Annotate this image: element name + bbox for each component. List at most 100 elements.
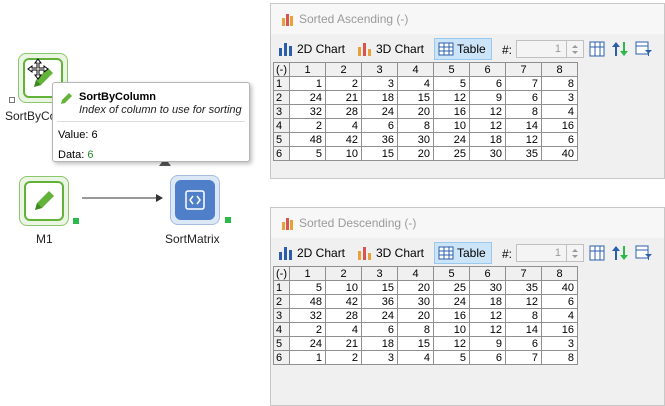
- table-cell[interactable]: 48: [289, 294, 326, 309]
- 3d-chart-button[interactable]: 3D Chart: [354, 242, 428, 264]
- row-header[interactable]: 5: [273, 336, 290, 351]
- table-cell[interactable]: 12: [505, 294, 542, 309]
- 3d-chart-button[interactable]: 3D Chart: [354, 38, 428, 60]
- table-cell[interactable]: 24: [289, 336, 326, 351]
- table-cell[interactable]: 6: [361, 118, 398, 133]
- row-header[interactable]: 3: [273, 104, 290, 119]
- table-cell[interactable]: 35: [505, 280, 542, 295]
- column-header[interactable]: 2: [325, 62, 362, 77]
- table-cell[interactable]: 6: [469, 350, 506, 365]
- table-cell[interactable]: 20: [397, 280, 434, 295]
- column-header[interactable]: 6: [469, 62, 506, 77]
- table-cell[interactable]: 3: [361, 350, 398, 365]
- table-cell[interactable]: 2: [289, 118, 326, 133]
- table-cell[interactable]: 3: [541, 90, 578, 105]
- table-cell[interactable]: 12: [469, 104, 506, 119]
- table-cell[interactable]: 2: [325, 350, 362, 365]
- table-cell[interactable]: 20: [397, 146, 434, 161]
- sortmatrix-node[interactable]: [170, 175, 220, 225]
- table-cell[interactable]: 16: [433, 308, 470, 323]
- table-cell[interactable]: 18: [469, 132, 506, 147]
- column-header[interactable]: 7: [505, 62, 542, 77]
- table-cell[interactable]: 48: [289, 132, 326, 147]
- table-cell[interactable]: 14: [505, 322, 542, 337]
- column-header[interactable]: 3: [361, 62, 398, 77]
- table-cell[interactable]: 12: [469, 322, 506, 337]
- table-cell[interactable]: 8: [505, 308, 542, 323]
- table-cell[interactable]: 4: [325, 118, 362, 133]
- sort-icon[interactable]: [611, 41, 629, 57]
- table-cell[interactable]: 30: [469, 280, 506, 295]
- column-header[interactable]: 3: [361, 266, 398, 281]
- table-cell[interactable]: 36: [361, 294, 398, 309]
- grid-settings-icon[interactable]: [589, 41, 605, 57]
- row-header[interactable]: 4: [273, 322, 290, 337]
- table-cell[interactable]: 21: [325, 336, 362, 351]
- table-cell[interactable]: 20: [397, 308, 434, 323]
- table-cell[interactable]: 4: [397, 350, 434, 365]
- table-cell[interactable]: 2: [325, 76, 362, 91]
- table-cell[interactable]: 15: [361, 146, 398, 161]
- table-cell[interactable]: 1: [289, 76, 326, 91]
- table-cell[interactable]: 30: [397, 132, 434, 147]
- column-header[interactable]: 1: [289, 62, 326, 77]
- table-cell[interactable]: 5: [289, 280, 326, 295]
- column-filter-icon[interactable]: [635, 245, 653, 261]
- table-cell[interactable]: 30: [469, 146, 506, 161]
- table-cell[interactable]: 6: [541, 294, 578, 309]
- table-cell[interactable]: 24: [433, 132, 470, 147]
- table-cell[interactable]: 18: [469, 294, 506, 309]
- table-cell[interactable]: 18: [361, 90, 398, 105]
- table-cell[interactable]: 32: [289, 308, 326, 323]
- table-cell[interactable]: 21: [325, 90, 362, 105]
- column-header[interactable]: 4: [397, 266, 434, 281]
- table-cell[interactable]: 8: [541, 76, 578, 91]
- table-cell[interactable]: 40: [541, 280, 578, 295]
- table-cell[interactable]: 16: [541, 118, 578, 133]
- table-cell[interactable]: 8: [541, 350, 578, 365]
- table-cell[interactable]: 8: [397, 322, 434, 337]
- row-header[interactable]: 1: [273, 280, 290, 295]
- index-spinner[interactable]: 1: [516, 244, 584, 262]
- table-cell[interactable]: 30: [397, 294, 434, 309]
- column-header[interactable]: 6: [469, 266, 506, 281]
- table-cell[interactable]: 2: [289, 322, 326, 337]
- table-cell[interactable]: 24: [361, 104, 398, 119]
- row-header[interactable]: 1: [273, 76, 290, 91]
- table-cell[interactable]: 6: [505, 90, 542, 105]
- table-cell[interactable]: 9: [469, 336, 506, 351]
- table-cell[interactable]: 14: [505, 118, 542, 133]
- table-cell[interactable]: 6: [541, 132, 578, 147]
- table-cell[interactable]: 4: [325, 322, 362, 337]
- sort-icon[interactable]: [611, 245, 629, 261]
- grid-settings-icon[interactable]: [589, 245, 605, 261]
- table-cell[interactable]: 10: [433, 322, 470, 337]
- table-cell[interactable]: 10: [433, 118, 470, 133]
- window-title-bar[interactable]: Sorted Descending (-): [271, 208, 664, 238]
- table-cell[interactable]: 20: [397, 104, 434, 119]
- row-header[interactable]: 6: [273, 146, 290, 161]
- table-button[interactable]: Table: [434, 38, 492, 60]
- table-cell[interactable]: 10: [325, 280, 362, 295]
- table-cell[interactable]: 18: [361, 336, 398, 351]
- table-cell[interactable]: 28: [325, 308, 362, 323]
- table-cell[interactable]: 10: [325, 146, 362, 161]
- table-cell[interactable]: 3: [361, 76, 398, 91]
- row-header[interactable]: 2: [273, 90, 290, 105]
- table-cell[interactable]: 35: [505, 146, 542, 161]
- table-cell[interactable]: 42: [325, 132, 362, 147]
- 2d-chart-button[interactable]: 2D Chart: [275, 38, 349, 60]
- column-header[interactable]: 8: [541, 266, 578, 281]
- spinner-arrows-icon[interactable]: [566, 245, 583, 261]
- table-cell[interactable]: 5: [289, 146, 326, 161]
- row-header[interactable]: 5: [273, 132, 290, 147]
- table-cell[interactable]: 8: [505, 104, 542, 119]
- table-cell[interactable]: 28: [325, 104, 362, 119]
- table-cell[interactable]: 15: [397, 336, 434, 351]
- row-header[interactable]: 4: [273, 118, 290, 133]
- row-header[interactable]: 3: [273, 308, 290, 323]
- table-cell[interactable]: 12: [433, 90, 470, 105]
- column-header[interactable]: 1: [289, 266, 326, 281]
- table-cell[interactable]: 15: [361, 280, 398, 295]
- window-title-bar[interactable]: Sorted Ascending (-): [271, 4, 664, 34]
